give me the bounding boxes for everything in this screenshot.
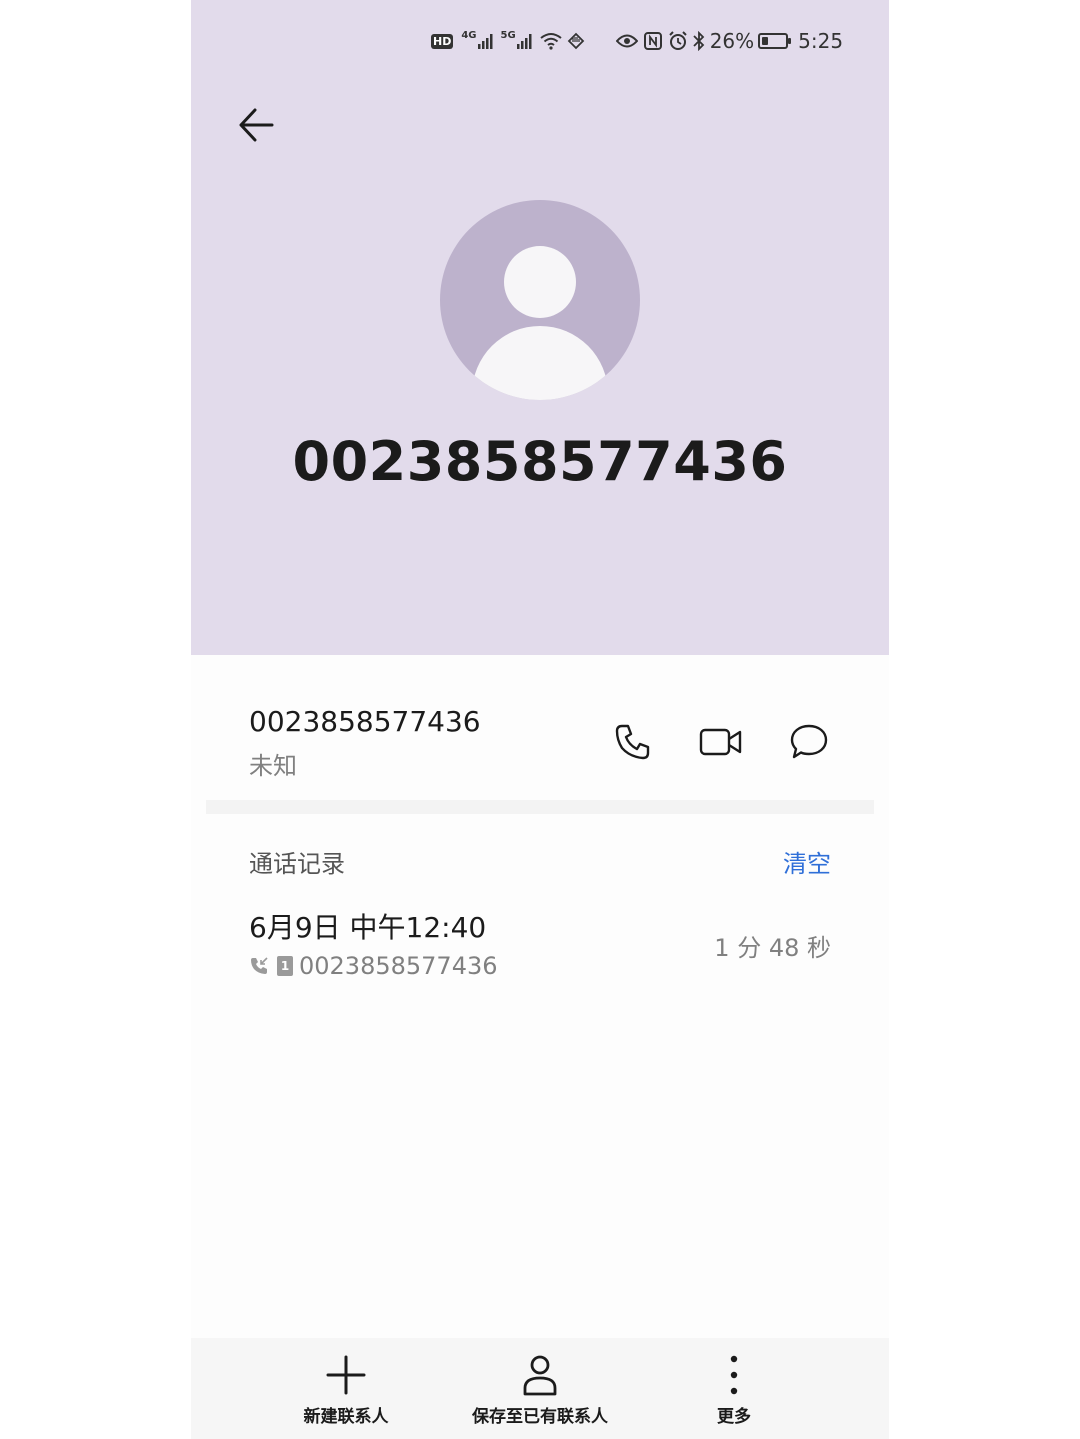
video-call-button[interactable] [699, 720, 743, 764]
person-icon [522, 1352, 558, 1398]
signal-icon-1: 4G [461, 29, 494, 50]
call-entry-number: 0023858577436 [299, 952, 498, 980]
number-location: 未知 [249, 752, 297, 780]
back-arrow-icon [239, 108, 274, 142]
call-button[interactable] [611, 720, 655, 764]
signal-icon-2: 5G [500, 29, 534, 50]
network-type-1: 4G [461, 29, 477, 41]
battery-icon [758, 33, 792, 49]
hand-icon [566, 31, 586, 51]
eye-icon [615, 33, 638, 49]
sim-card-icon: 1 [277, 956, 293, 976]
plus-icon [326, 1352, 366, 1398]
new-contact-label: 新建联系人 [303, 1407, 389, 1427]
network-type-2: 5G [500, 29, 516, 41]
more-vertical-icon [729, 1352, 739, 1398]
wifi-icon [540, 32, 562, 50]
call-entry-datetime[interactable]: 6月9日 中午12:40 [249, 906, 486, 946]
phone-number: 0023858577436 [249, 705, 481, 738]
alarm-icon [668, 31, 688, 51]
new-contact-button[interactable]: 新建联系人 [246, 1352, 446, 1427]
nfc-icon [643, 32, 662, 50]
battery-percent: 26% [709, 29, 755, 53]
more-button[interactable]: 更多 [634, 1352, 834, 1427]
status-bar: HD 4G 5G 26% 5:25 [431, 26, 851, 56]
call-entry-detail: 1 0023858577436 [249, 952, 498, 980]
video-camera-icon [699, 728, 742, 756]
section-divider [206, 800, 874, 814]
avatar-head-shape [504, 246, 576, 318]
save-to-existing-button[interactable]: 保存至已有联系人 [440, 1352, 640, 1427]
call-entry-duration: 1 分 48 秒 [714, 934, 831, 962]
message-bubble-icon [790, 724, 828, 759]
more-label: 更多 [717, 1407, 751, 1427]
number-info[interactable]: 0023858577436 未知 [249, 702, 481, 786]
contact-avatar [440, 200, 640, 400]
hd-icon: HD [431, 33, 454, 49]
clear-button[interactable]: 清空 [783, 844, 831, 879]
call-log-title: 通话记录 [249, 850, 345, 878]
incoming-call-icon [251, 957, 268, 974]
contact-title-number: 0023858577436 [292, 430, 788, 493]
battery-fill [762, 37, 769, 45]
avatar-body-shape [472, 326, 608, 400]
message-button[interactable] [787, 720, 831, 764]
bottom-action-bar: 新建联系人 保存至已有联系人 更多 [191, 1338, 889, 1439]
status-time: 5:25 [798, 29, 844, 53]
bluetooth-icon [692, 31, 706, 51]
save-to-existing-label: 保存至已有联系人 [472, 1407, 608, 1427]
back-button[interactable] [231, 100, 281, 150]
phone-screen: HD 4G 5G 26% 5:25 0023858577436 00238585… [191, 0, 889, 1439]
phone-icon [615, 724, 650, 760]
